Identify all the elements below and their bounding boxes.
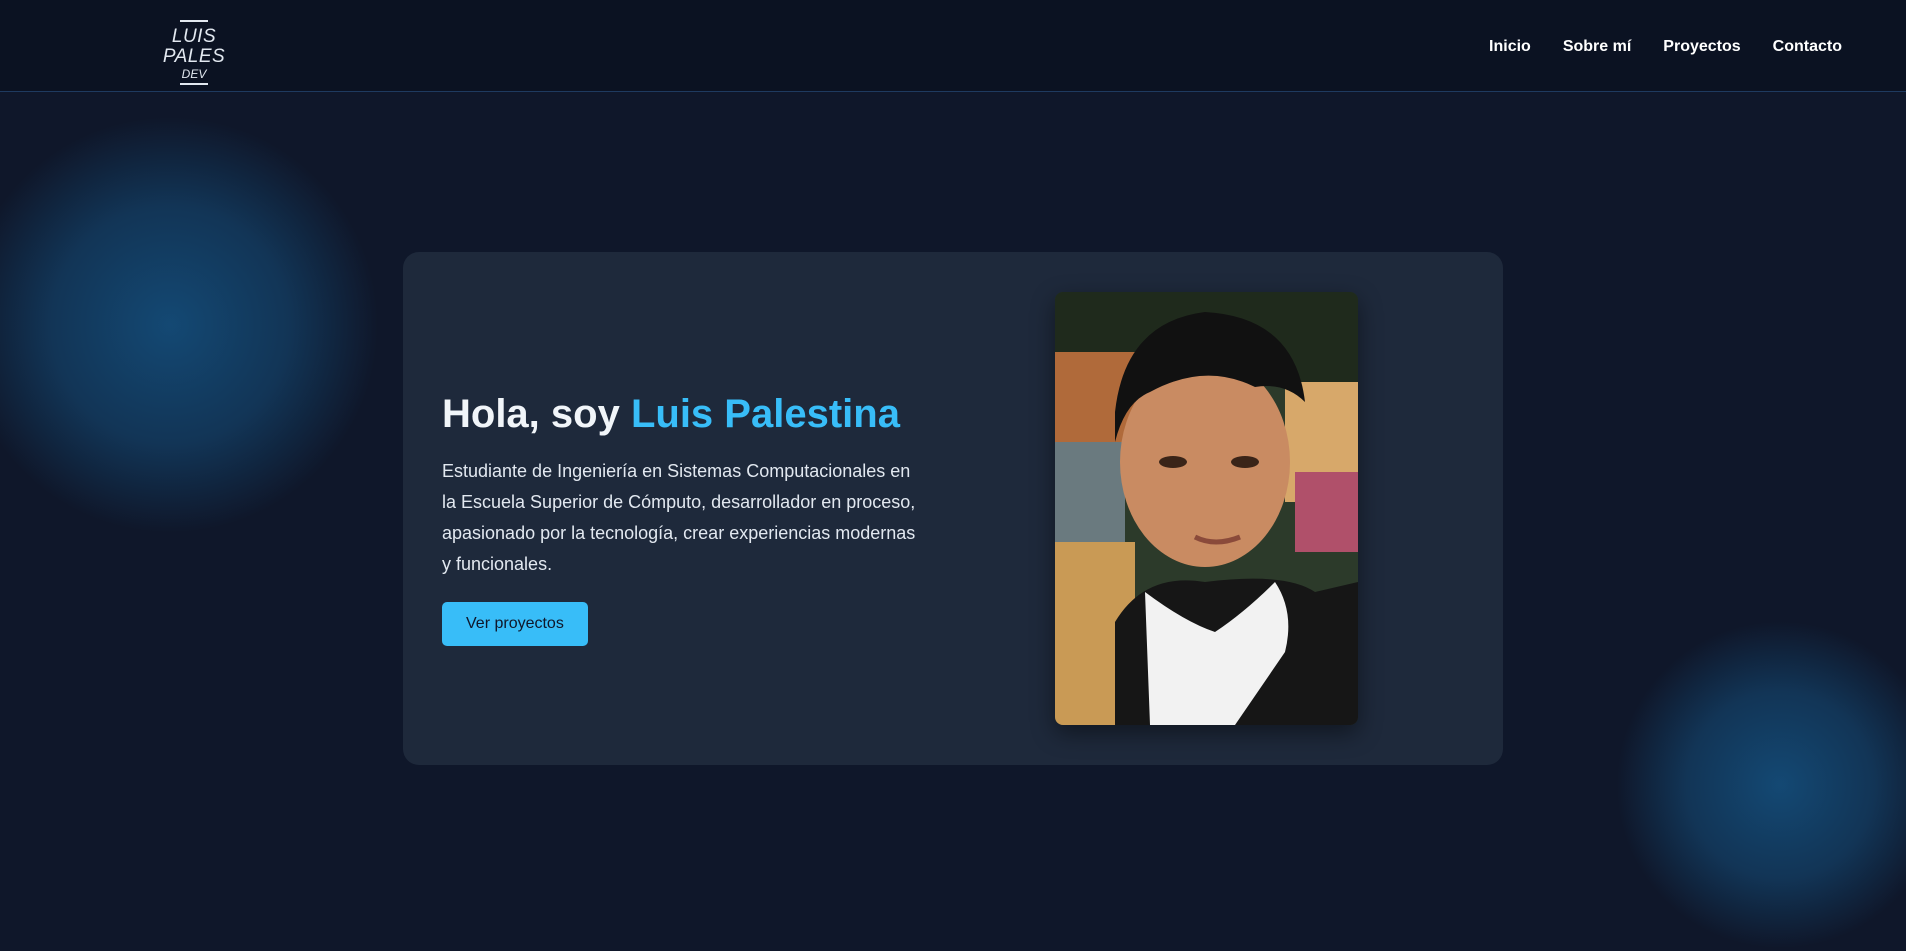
nav-link-contacto[interactable]: Contacto [1773,38,1842,56]
nav-links: Inicio Sobre mí Proyectos Contacto [1489,38,1842,56]
hero-title: Hola, soy Luis Palestina [442,390,922,438]
logo-name: LUIS PALES [162,26,226,67]
view-projects-button[interactable]: Ver proyectos [442,602,588,646]
hero-card: Hola, soy Luis Palestina Estudiante de I… [403,252,1503,765]
page: LUIS PALES DEV Inicio Sobre mí Proyectos… [0,0,1906,951]
nav-link-sobre-mi[interactable]: Sobre mí [1563,38,1631,56]
navbar: LUIS PALES DEV Inicio Sobre mí Proyectos… [0,0,1906,92]
logo[interactable]: LUIS PALES DEV [144,20,244,85]
logo-bottom-bar [180,83,208,85]
logo-subtitle: DEV [181,67,207,81]
hero-name: Luis Palestina [630,392,900,436]
background-glow-right [1615,620,1906,950]
profile-photo-illustration [1055,292,1358,725]
profile-photo [1055,292,1358,725]
nav-link-proyectos[interactable]: Proyectos [1663,38,1740,56]
hero-text: Hola, soy Luis Palestina Estudiante de I… [442,390,922,646]
logo-top-bar [180,20,208,22]
nav-link-inicio[interactable]: Inicio [1489,38,1531,56]
background-glow-left [0,115,380,535]
hero-description: Estudiante de Ingeniería en Sistemas Com… [442,461,916,574]
hero-greeting: Hola, soy [442,392,631,436]
